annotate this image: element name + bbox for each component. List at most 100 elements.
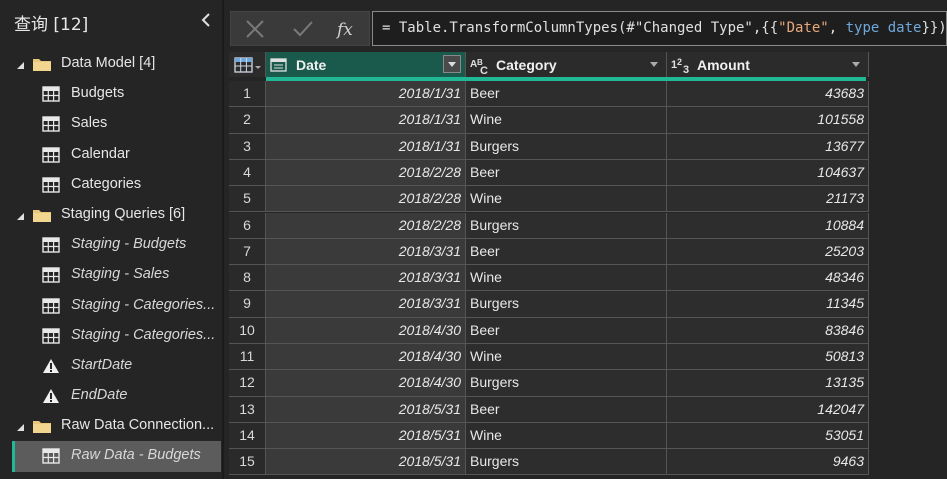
query-item[interactable]: Raw Data - Budgets [12,441,221,472]
table-row[interactable]: 15 2018/5/31 Burgers 9463 [229,449,869,476]
date-cell[interactable]: 2018/2/28 [266,186,466,213]
amount-cell[interactable]: 53051 [667,422,869,450]
table-row[interactable]: 9 2018/3/31 Burgers 11345 [229,291,869,318]
cancel-formula-button[interactable] [243,18,267,40]
query-item[interactable]: Sales [0,109,222,139]
table-row[interactable]: 14 2018/5/31 Wine 53051 [229,422,869,450]
query-item[interactable]: EndDate [0,381,222,411]
expand-triangle-icon[interactable] [16,421,26,432]
date-cell[interactable]: 2018/4/30 [266,370,466,397]
date-cell[interactable]: 2018/5/31 [266,449,466,476]
table-row[interactable]: 3 2018/1/31 Burgers 13677 [229,133,869,160]
date-cell[interactable]: 2018/3/31 [266,291,466,318]
table-row[interactable]: 2 2018/1/31 Wine 101558 [229,107,869,134]
date-cell[interactable]: 2018/4/30 [266,344,466,371]
row-number[interactable]: 9 [229,291,266,318]
pane-divider[interactable] [222,0,224,479]
row-number[interactable]: 14 [229,422,266,450]
query-item[interactable]: Categories [0,170,222,200]
category-cell[interactable]: Wine [466,344,667,371]
amount-cell[interactable]: 50813 [667,344,869,371]
table-row[interactable]: 1 2018/1/31 Beer 43683 [229,81,869,108]
date-cell[interactable]: 2018/2/28 [266,159,466,187]
row-number[interactable]: 2 [229,107,266,134]
chevron-down-icon[interactable] [852,62,860,67]
amount-cell[interactable]: 25203 [667,238,869,266]
row-number[interactable]: 15 [229,449,266,476]
row-number[interactable]: 6 [229,212,266,239]
query-group[interactable]: Data Model [4] [0,49,222,79]
insert-function-button[interactable]: fx [335,18,359,40]
row-number[interactable]: 11 [229,344,266,371]
chevron-down-icon[interactable] [650,62,658,67]
row-number[interactable]: 3 [229,133,266,160]
amount-cell[interactable]: 11345 [667,291,869,318]
expand-triangle-icon[interactable] [16,210,26,220]
table-row[interactable]: 6 2018/2/28 Burgers 10884 [229,212,869,239]
category-cell[interactable]: Wine [466,265,667,292]
query-item[interactable]: Staging - Budgets [0,230,222,260]
row-number[interactable]: 8 [229,265,266,292]
date-cell[interactable]: 2018/1/31 [266,133,466,160]
category-cell[interactable]: Beer [466,238,667,266]
query-item[interactable]: Staging - Sales [0,260,222,290]
row-number[interactable]: 10 [229,317,266,344]
table-row[interactable]: 4 2018/2/28 Beer 104637 [229,159,869,187]
collapse-pane-button[interactable] [200,12,212,28]
category-cell[interactable]: Beer [466,159,667,187]
query-group[interactable]: Staging Queries [6] [0,200,222,230]
amount-cell[interactable]: 48346 [667,265,869,292]
table-row[interactable]: 7 2018/3/31 Beer 25203 [229,238,869,266]
row-number[interactable]: 4 [229,159,266,187]
formula-input[interactable]: = Table.TransformColumnTypes(#"Changed T… [372,11,947,46]
date-cell[interactable]: 2018/5/31 [266,396,466,423]
row-number[interactable]: 12 [229,370,266,397]
column-filter-button[interactable] [443,55,461,73]
amount-cell[interactable]: 13135 [667,370,869,397]
commit-formula-button[interactable] [291,18,315,40]
category-cell[interactable]: Beer [466,317,667,344]
category-cell[interactable]: Wine [466,422,667,450]
date-cell[interactable]: 2018/2/28 [266,212,466,239]
category-cell[interactable]: Burgers [466,212,667,239]
amount-cell[interactable]: 104637 [667,159,869,187]
column-header-date[interactable]: Date [266,52,466,77]
amount-cell[interactable]: 9463 [667,449,869,476]
category-cell[interactable]: Wine [466,186,667,213]
row-number[interactable]: 13 [229,396,266,423]
query-item[interactable]: Budgets [0,79,222,109]
date-cell[interactable]: 2018/1/31 [266,107,466,134]
table-row[interactable]: 5 2018/2/28 Wine 21173 [229,186,869,213]
category-cell[interactable]: Burgers [466,449,667,476]
amount-cell[interactable]: 83846 [667,317,869,344]
amount-cell[interactable]: 10884 [667,212,869,239]
category-cell[interactable]: Wine [466,107,667,134]
row-number[interactable]: 5 [229,186,266,213]
amount-cell[interactable]: 21173 [667,186,869,213]
date-cell[interactable]: 2018/1/31 [266,81,466,108]
date-cell[interactable]: 2018/3/31 [266,238,466,266]
table-row[interactable]: 11 2018/4/30 Wine 50813 [229,344,869,371]
table-menu-button[interactable] [229,52,266,77]
category-cell[interactable]: Beer [466,81,667,108]
query-group[interactable]: Raw Data Connection... [0,411,222,441]
category-cell[interactable]: Burgers [466,370,667,397]
amount-cell[interactable]: 142047 [667,396,869,423]
query-item[interactable]: Calendar [0,140,222,170]
amount-cell[interactable]: 13677 [667,133,869,160]
table-row[interactable]: 10 2018/4/30 Beer 83846 [229,317,869,344]
row-number[interactable]: 1 [229,81,266,108]
category-cell[interactable]: Burgers [466,291,667,318]
query-item[interactable]: Staging - Categories... [0,321,222,351]
date-cell[interactable]: 2018/4/30 [266,317,466,344]
table-row[interactable]: 8 2018/3/31 Wine 48346 [229,265,869,292]
date-cell[interactable]: 2018/5/31 [266,422,466,450]
row-number[interactable]: 7 [229,238,266,266]
date-cell[interactable]: 2018/3/31 [266,265,466,292]
amount-cell[interactable]: 101558 [667,107,869,134]
query-item[interactable]: StartDate [0,351,222,381]
column-header-category[interactable]: A B C Category [466,52,667,77]
table-row[interactable]: 12 2018/4/30 Burgers 13135 [229,370,869,397]
amount-cell[interactable]: 43683 [667,81,869,108]
category-cell[interactable]: Burgers [466,133,667,160]
